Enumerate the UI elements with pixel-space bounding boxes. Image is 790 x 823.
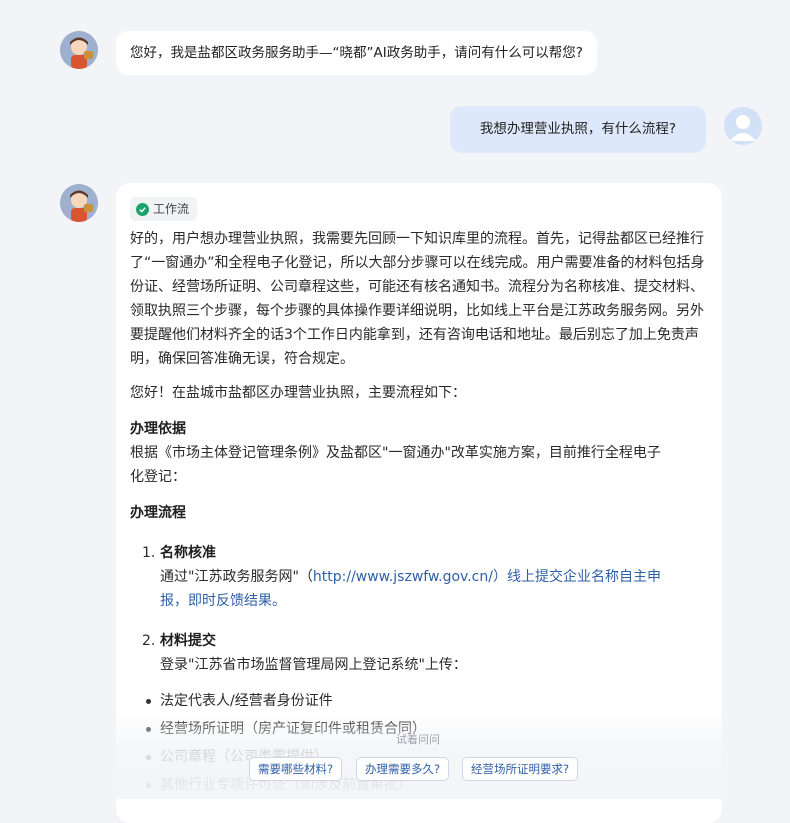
bullet-dot	[146, 783, 151, 788]
assistant-answer-card: 工作流 好的，用户想办理营业执照，我需要先回顾一下知识库里的流程。首先，记得盐都…	[116, 183, 722, 823]
thinking-paragraph: 好的，用户想办理营业执照，我需要先回顾一下知识库里的流程。首先，记得盐都区已经推…	[130, 231, 705, 367]
list-item: 法定代表人/经营者身份证件	[160, 693, 333, 709]
step-title: 名称核准	[160, 545, 216, 561]
bullet-dot	[146, 699, 151, 704]
bullet-dot	[146, 727, 151, 732]
user-avatar-icon	[724, 107, 762, 145]
check-icon	[136, 202, 149, 216]
suggestion-chip-duration[interactable]: 办理需要多久?	[356, 757, 450, 781]
user-message-bubble: 我想办理营业执照，有什么流程?	[450, 106, 706, 153]
workflow-tag-label: 工作流	[153, 202, 190, 216]
suggestion-chip-premises[interactable]: 经营场所证明要求?	[462, 757, 579, 781]
step-number: 1.	[142, 545, 156, 561]
suggestions-label: 试着问问	[396, 733, 440, 746]
basis-text-line1: 根据《市场主体登记管理条例》及盐都区"一窗通办"改革实施方案，目前推行全程电子	[130, 445, 661, 461]
step-description: 通过"江苏政务服务网"（http://www.jszwfw.gov.cn/）线上…	[160, 565, 661, 589]
assistant-greeting-text: 您好，我是盐都区政务服务助手—“晓都”AI政务助手，请问有什么可以帮您?	[130, 45, 583, 61]
list-item: 经营场所证明（房产证复印件或租赁合同）	[160, 721, 426, 737]
step-description-link-cont[interactable]: 报，即时反馈结果。	[160, 589, 286, 613]
step-number: 2.	[142, 633, 156, 649]
workflow-tag[interactable]: 工作流	[130, 197, 198, 221]
bullet-dot	[146, 755, 151, 760]
assistant-greeting-bubble: 您好，我是盐都区政务服务助手—“晓都”AI政务助手，请问有什么可以帮您?	[116, 31, 597, 75]
basis-text-line2: 化登记：	[130, 469, 186, 485]
answer-intro: 您好！在盐城市盐都区办理营业执照，主要流程如下：	[130, 385, 466, 401]
assistant-avatar-icon	[60, 184, 98, 222]
assistant-avatar-icon	[60, 31, 98, 69]
jszwfw-link[interactable]: http://www.jszwfw.gov.cn/）线上提交企业名称自主申	[313, 569, 661, 585]
step-title: 材料提交	[160, 633, 216, 649]
user-avatar	[724, 107, 762, 145]
assistant-avatar	[60, 31, 98, 69]
step-description-prefix: 通过"江苏政务服务网"（	[160, 569, 313, 585]
suggestion-chip-materials[interactable]: 需要哪些材料?	[249, 757, 343, 781]
basis-heading: 办理依据	[130, 421, 186, 437]
step-description: 登录"江苏省市场监督管理局网上登记系统"上传：	[160, 657, 467, 673]
process-heading: 办理流程	[130, 505, 186, 521]
user-message-text: 我想办理营业执照，有什么流程?	[479, 121, 677, 137]
assistant-avatar	[60, 184, 98, 222]
